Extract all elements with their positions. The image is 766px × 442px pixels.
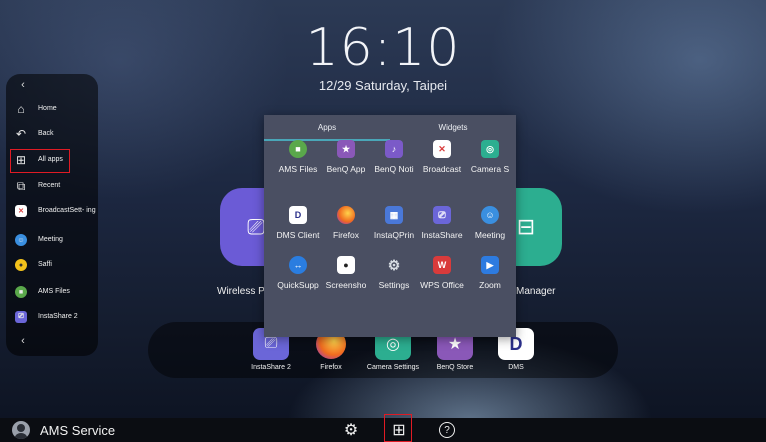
screenshot-icon: ● xyxy=(337,256,355,274)
manager-label: Manager xyxy=(516,286,556,297)
app-benq-app-store[interactable]: ★ BenQ App xyxy=(321,140,371,174)
benq-notification-icon: ♪ xyxy=(385,140,403,158)
app-zoom[interactable]: ▶ Zoom xyxy=(465,256,515,290)
sidebar-item-home[interactable]: ⌂ Home xyxy=(14,98,100,120)
all-apps-popup: Apps Widgets ■ AMS Files ★ BenQ App ♪ Be… xyxy=(264,115,516,337)
sidebar-item-broadcast[interactable]: ✕ BroadcastSett- ing xyxy=(14,200,100,222)
clock-time: 16:10 xyxy=(305,18,461,78)
avatar[interactable] xyxy=(12,421,30,439)
firefox-icon xyxy=(337,206,355,224)
ams-files-icon: ■ xyxy=(289,140,307,158)
app-label: QuickSupp xyxy=(277,280,319,290)
sidebar-item-recent[interactable]: ⧉ Recent xyxy=(14,175,100,197)
sidebar-item-label: Back xyxy=(38,130,54,137)
sidebar-item-meeting[interactable]: ☺ Meeting xyxy=(14,229,100,251)
app-settings[interactable]: ⚙ Settings xyxy=(369,256,419,291)
tab-apps[interactable]: Apps xyxy=(264,115,390,141)
sidebar-item-back[interactable]: ↶ Back xyxy=(14,123,100,145)
user-name[interactable]: AMS Service xyxy=(40,423,115,438)
app-screenshot[interactable]: ● Screensho xyxy=(321,256,371,290)
clock-date: 12/29 Saturday, Taipei xyxy=(318,78,448,93)
tab-widgets[interactable]: Widgets xyxy=(390,115,516,141)
app-label: WPS Office xyxy=(420,280,464,290)
instashare-icon: ⎚ xyxy=(433,206,451,224)
app-quicksupport[interactable]: ↔ QuickSupp xyxy=(273,256,323,290)
app-instaqprint[interactable]: ▦ InstaQPrin xyxy=(369,206,419,240)
zoom-icon: ▶ xyxy=(481,256,499,274)
app-label: BenQ Noti xyxy=(374,164,414,174)
all-apps-button-highlight xyxy=(384,414,412,442)
dock-item-label: DMS xyxy=(508,364,524,371)
sidebar-item-saffi[interactable]: ● Saffi xyxy=(14,254,100,276)
sidebar-item-label: Home xyxy=(38,105,57,112)
app-label: Broadcast xyxy=(422,164,462,174)
app-label: Zoom xyxy=(479,280,501,290)
cast-icon: ⎚ xyxy=(247,214,265,239)
sidebar-collapse-top-icon[interactable]: ‹ xyxy=(14,76,32,94)
all-apps-highlight xyxy=(10,149,70,173)
app-meeting[interactable]: ☺ Meeting xyxy=(465,206,515,240)
camera-settings-icon: ◎ xyxy=(481,140,499,158)
sidebar-item-label: Saffi xyxy=(38,261,52,268)
app-label: DMS Client xyxy=(276,230,320,240)
home-icon: ⌂ xyxy=(17,102,25,116)
app-label: Settings xyxy=(378,280,410,290)
app-firefox[interactable]: Firefox xyxy=(321,206,371,240)
sidebar-item-label: InstaShare 2 xyxy=(38,313,78,320)
instaqprint-icon: ▦ xyxy=(385,206,403,224)
saffi-app-icon: ● xyxy=(14,258,28,272)
app-dms-client[interactable]: D DMS Client xyxy=(273,206,323,240)
broadcast-app-icon: ✕ xyxy=(14,204,28,218)
manager-icon: ⊟ xyxy=(516,214,536,239)
settings-gear-icon: ⚙ xyxy=(387,256,401,273)
meeting-app-icon: ☺ xyxy=(14,233,28,247)
wps-office-icon: W xyxy=(433,256,451,274)
help-icon[interactable]: ? xyxy=(438,421,456,439)
meeting-icon: ☺ xyxy=(481,206,499,224)
app-instashare[interactable]: ⎚ InstaShare xyxy=(417,206,467,240)
app-label: Meeting xyxy=(474,230,506,240)
sidebar-item-label: AMS Files xyxy=(38,288,70,295)
quicksupport-icon: ↔ xyxy=(289,256,307,274)
sidebar-item-label: Meeting xyxy=(38,236,63,243)
broadcast-icon: ✕ xyxy=(433,140,451,158)
dms-client-icon: D xyxy=(289,206,307,224)
app-label: InstaShare xyxy=(421,230,463,240)
app-camera-settings[interactable]: ◎ Camera S xyxy=(465,140,515,174)
app-ams-files[interactable]: ■ AMS Files xyxy=(273,140,323,174)
dock-item-label: Camera Settings xyxy=(366,364,420,371)
sidebar: ‹ ⌂ Home ↶ Back ⊞ All apps ⧉ Recent ✕ Br… xyxy=(6,74,98,356)
sidebar-item-instashare[interactable]: ⎚ InstaShare 2 xyxy=(14,306,100,328)
app-label: Firefox xyxy=(333,230,359,240)
settings-icon[interactable]: ⚙ xyxy=(342,421,360,439)
sidebar-item-ams-files[interactable]: ■ AMS Files xyxy=(14,281,100,303)
back-icon: ↶ xyxy=(15,127,27,141)
sidebar-item-label: Recent xyxy=(38,182,61,189)
recent-icon: ⧉ xyxy=(16,178,26,193)
app-broadcast[interactable]: ✕ Broadcast xyxy=(417,140,467,174)
app-label: InstaQPrin xyxy=(373,230,415,240)
app-wps-office[interactable]: W WPS Office xyxy=(417,256,467,290)
dock-item-label: BenQ Store xyxy=(436,364,474,371)
bottom-bar: AMS Service ⚙ ⊞ ? xyxy=(0,418,766,442)
sidebar-item-label: BroadcastSett- ing xyxy=(38,207,96,214)
app-label: BenQ App xyxy=(326,164,366,174)
benq-app-store-icon: ★ xyxy=(337,140,355,158)
dock-item-label: Firefox xyxy=(320,364,342,371)
app-label: AMS Files xyxy=(278,164,318,174)
instashare-app-icon: ⎚ xyxy=(14,310,28,324)
wireless-projection-label: Wireless P xyxy=(217,286,265,297)
app-benq-notification[interactable]: ♪ BenQ Noti xyxy=(369,140,419,174)
app-label: Screensho xyxy=(325,280,367,290)
ams-files-app-icon: ■ xyxy=(14,285,28,299)
app-label: Camera S xyxy=(470,164,510,174)
sidebar-collapse-bottom-icon[interactable]: ‹ xyxy=(14,332,32,350)
